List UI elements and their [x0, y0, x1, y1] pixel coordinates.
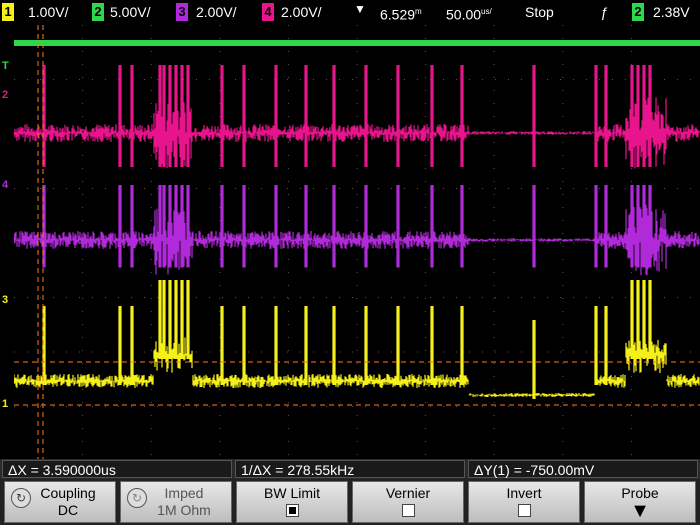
delay-value: 6.529m: [380, 6, 422, 23]
channel-4-scale: 2.00V/: [281, 4, 322, 20]
bw-limit-softkey[interactable]: BW Limit: [236, 481, 348, 523]
vernier-checkbox[interactable]: [401, 504, 415, 517]
channel-3-ground-marker: 4: [2, 179, 9, 191]
channel-4-badge[interactable]: 4: [262, 3, 274, 21]
trigger-level-marker: T: [2, 60, 9, 72]
vernier-softkey[interactable]: Vernier: [352, 481, 464, 523]
entry-knob-icon: ↻: [11, 488, 31, 508]
trigger-position-icon: ▼: [354, 2, 366, 16]
channel-2-badge[interactable]: 2: [92, 3, 104, 21]
channel-3-scale: 2.00V/: [196, 4, 237, 20]
impedance-softkey[interactable]: ↻ Imped 1M Ohm: [120, 481, 232, 523]
measurement-bar: ΔX = 3.590000us 1/ΔX = 278.55kHz ΔY(1) =…: [0, 459, 700, 479]
channel-4-ground-marker: 2: [2, 89, 9, 101]
coupling-softkey[interactable]: ↻ Coupling DC: [4, 481, 116, 523]
timebase-value: 50.00us/: [446, 6, 492, 23]
invert-checkbox[interactable]: [517, 504, 531, 517]
channel-2-scale: 5.00V/: [110, 4, 151, 20]
channel-1-ground-marker: 1: [2, 398, 9, 410]
channel-2-trace: [14, 40, 700, 46]
inverse-delta-x-readout: 1/ΔX = 278.55kHz: [235, 460, 465, 478]
trigger-source-badge: 2: [632, 3, 644, 21]
channel-1-badge[interactable]: 1: [2, 3, 14, 21]
waveform-display[interactable]: [14, 25, 700, 461]
delta-y-readout: ΔY(1) = -750.00mV: [468, 460, 698, 478]
channel-1-trace: [14, 280, 700, 399]
trigger-edge-icon: ƒ: [600, 4, 608, 20]
waveform-canvas: [14, 25, 700, 461]
channel-1-scale: 1.00V/: [28, 4, 69, 20]
softkey-bar: ↻ Coupling DC ↻ Imped 1M Ohm BW Limit Ve…: [0, 479, 700, 525]
submenu-arrow-icon: ▼: [630, 500, 650, 522]
bw-limit-checkbox[interactable]: [285, 504, 299, 517]
status-bar: 1 1.00V/ 2 5.00V/ 3 2.00V/ 4 2.00V/ ▼ 6.…: [0, 0, 700, 24]
delta-x-readout: ΔX = 3.590000us: [2, 460, 232, 478]
entry-knob-icon: ↻: [127, 488, 147, 508]
trigger-level: 2.38V: [653, 4, 690, 20]
channel-3-badge[interactable]: 3: [176, 3, 188, 21]
channel-1-offset-marker: 3: [2, 294, 9, 306]
probe-softkey[interactable]: Probe ▼: [584, 481, 696, 523]
channel-3-trace: [14, 185, 700, 276]
run-state: Stop: [525, 4, 554, 20]
invert-softkey[interactable]: Invert: [468, 481, 580, 523]
